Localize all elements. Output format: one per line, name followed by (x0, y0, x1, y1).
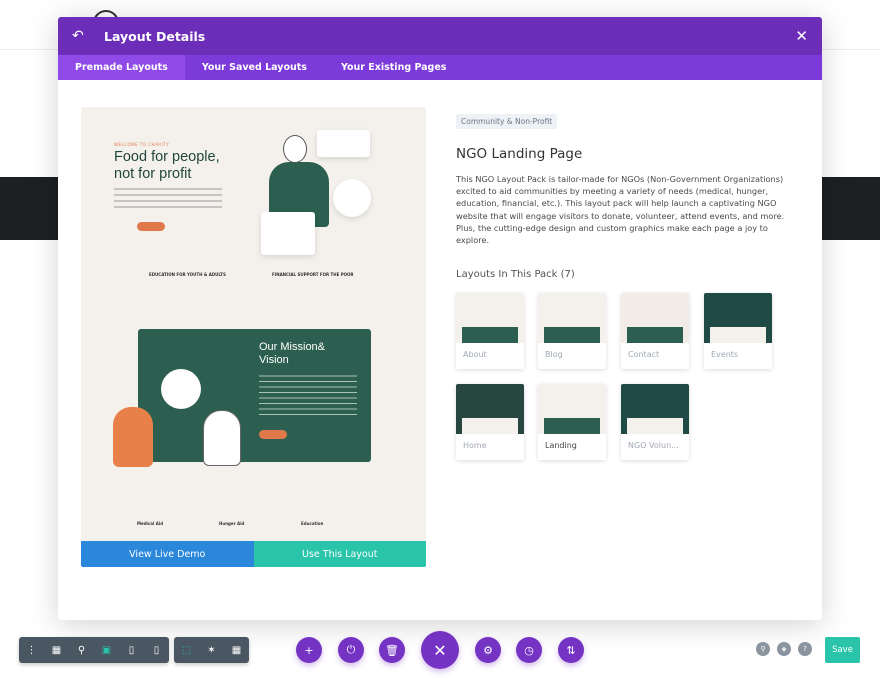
layers-icon[interactable]: ◈ (777, 642, 791, 656)
layout-card-label: Blog (545, 350, 563, 359)
more-icon[interactable]: ⋮ (19, 645, 44, 656)
preview-hero-text (114, 187, 222, 212)
preview-person-head (283, 135, 307, 163)
view-toolbar: ⋮ ▦ ⚲ ▣ ▯ ▯ (19, 637, 169, 663)
pack-heading: Layouts In This Pack (7) (456, 269, 575, 281)
mode-toolbar: ⬚ ✶ ▦ (174, 637, 249, 663)
view-live-demo-button[interactable]: View Live Demo (81, 541, 254, 567)
layout-thumbnail (456, 384, 524, 434)
search-icon[interactable]: ⚲ (756, 642, 770, 656)
click-mode-icon[interactable]: ✶ (199, 645, 224, 656)
sort-icon[interactable]: ⇅ (558, 637, 584, 663)
layout-thumbnail (538, 384, 606, 434)
preview-mission-button (259, 430, 287, 439)
phone-icon[interactable]: ▯ (144, 645, 169, 656)
layout-details-modal: ↶ Layout Details ✕ Premade Layouts Your … (58, 17, 822, 620)
layout-info: Community & Non-Profit NGO Landing Page … (456, 109, 786, 280)
preview-hero-button (137, 222, 165, 231)
tab-existing-pages[interactable]: Your Existing Pages (324, 55, 464, 80)
layout-thumbnail (538, 293, 606, 343)
layout-card-ngo-volun[interactable]: NGO Volun... (621, 384, 689, 460)
modal-title: Layout Details (104, 28, 206, 44)
grid-icon[interactable]: ▦ (224, 645, 249, 656)
preview-eyebrow: WELCOME TO CHARITY (114, 142, 170, 147)
layout-card-landing[interactable]: Landing (538, 384, 606, 460)
preview-info-card (261, 212, 315, 255)
trash-icon[interactable]: 🗑 (379, 637, 405, 663)
page-section-band (0, 177, 58, 240)
preview-feature-2: FINANCIAL SUPPORT FOR THE POOR (272, 272, 354, 277)
layout-card-contact[interactable]: Contact (621, 293, 689, 369)
layout-card-events[interactable]: Events (704, 293, 772, 369)
layout-preview: WELCOME TO CHARITY Food for people, not … (81, 107, 426, 567)
power-icon[interactable]: ⏻ (338, 637, 364, 663)
layout-thumbnail (704, 293, 772, 343)
tablet-icon[interactable]: ▯ (119, 645, 144, 656)
preview-handshake-illustration (203, 410, 241, 466)
help-icon[interactable]: ? (798, 642, 812, 656)
layout-card-home[interactable]: Home (456, 384, 524, 460)
preview-quote-card (317, 130, 370, 157)
layout-thumbnail (456, 293, 524, 343)
preview-jar-bubble (161, 369, 201, 409)
zoom-icon[interactable]: ⚲ (69, 645, 94, 656)
settings-icon[interactable]: ⚙ (475, 637, 501, 663)
preview-hero-title: Food for people, not for profit (114, 149, 220, 182)
preview-service-2: Hunger Aid (219, 521, 245, 526)
layout-title: NGO Landing Page (456, 146, 583, 162)
preview-mission-text (259, 374, 357, 419)
layout-card-label: Home (463, 441, 487, 450)
layout-card-label: Contact (628, 350, 660, 359)
layout-thumbnail (621, 293, 689, 343)
save-button[interactable]: Save (825, 637, 860, 663)
use-this-layout-button[interactable]: Use This Layout (253, 541, 426, 567)
layout-card-label: About (463, 350, 487, 359)
preview-handshake-illustration (113, 407, 153, 467)
layout-card-label: Landing (545, 441, 577, 450)
undo-arrow-icon[interactable]: ↶ (72, 28, 92, 44)
preview-service-1: Medical Aid (137, 521, 164, 526)
layout-thumbnail (621, 384, 689, 434)
category-badge[interactable]: Community & Non-Profit (456, 114, 558, 129)
modal-tabs: Premade Layouts Your Saved Layouts Your … (58, 55, 822, 80)
layout-card-blog[interactable]: Blog (538, 293, 606, 369)
desktop-icon[interactable]: ▣ (94, 645, 119, 656)
add-icon[interactable]: + (296, 637, 322, 663)
wireframe-icon[interactable]: ▦ (44, 645, 69, 656)
tab-premade-layouts[interactable]: Premade Layouts (58, 55, 185, 80)
layout-card-label: NGO Volun... (628, 441, 679, 450)
close-icon[interactable]: ✕ (421, 631, 459, 669)
layout-card-label: Events (711, 350, 739, 359)
tab-saved-layouts[interactable]: Your Saved Layouts (185, 55, 324, 80)
preview-service-3: Education (301, 521, 324, 526)
select-icon[interactable]: ⬚ (174, 645, 199, 656)
modal-header: ↶ Layout Details ✕ (58, 17, 822, 55)
history-icon[interactable]: ◷ (516, 637, 542, 663)
close-icon[interactable]: ✕ (795, 27, 808, 45)
layout-card-about[interactable]: About (456, 293, 524, 369)
preview-mission-title: Our Mission& Vision (259, 341, 326, 366)
preview-feature-1: EDUCATION FOR YOUTH & ADULTS (149, 272, 226, 277)
page-section-band (822, 177, 880, 240)
layout-description: This NGO Layout Pack is tailor-made for … (456, 174, 785, 246)
preview-donate-circle (333, 179, 371, 217)
